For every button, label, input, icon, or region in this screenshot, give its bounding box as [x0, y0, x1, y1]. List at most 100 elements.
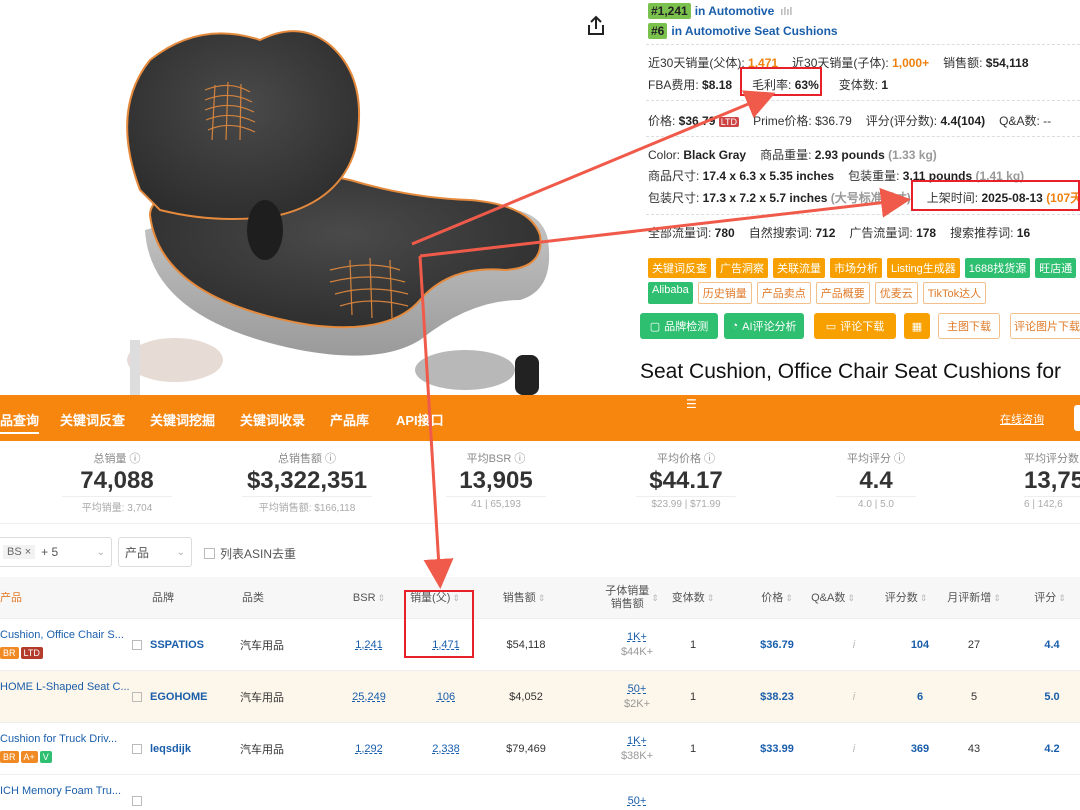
child-sales-cell[interactable]: 50+ $2K+ — [600, 671, 674, 723]
image-download-button[interactable]: 主图下载 — [938, 313, 1000, 339]
qa-cell[interactable] — [836, 775, 872, 810]
tag-wangdian[interactable]: 旺店通 — [1035, 258, 1077, 278]
brand-icon[interactable] — [132, 744, 142, 754]
nav-action-button[interactable] — [1074, 405, 1080, 431]
tag-selling-points[interactable]: 产品卖点 — [756, 282, 811, 304]
th-product[interactable]: 产品 — [0, 577, 40, 619]
online-consult-link[interactable]: 在线咨询 — [1000, 411, 1044, 427]
brand-icon[interactable] — [132, 692, 142, 702]
th-rating[interactable]: 评分 ⇕ — [1030, 577, 1070, 619]
bsr-cell[interactable]: 25,249 — [340, 671, 398, 723]
bsr-link[interactable]: 1,241 — [355, 639, 383, 651]
nav-product-db[interactable]: 产品库 — [330, 410, 369, 429]
th-qa[interactable]: Q&A数 ⇕ — [806, 577, 860, 619]
product-name-link[interactable]: Cushion, Office Chair S... — [0, 629, 124, 641]
rating-cell — [1030, 775, 1074, 810]
th-price[interactable]: 价格 ⇕ — [760, 577, 794, 619]
brand-link[interactable]: leqsdijk — [150, 743, 191, 755]
sales-cell[interactable]: 1,471 — [410, 619, 482, 671]
tag-youmaiyun[interactable]: 优麦云 — [874, 282, 918, 304]
bs-filter-select[interactable]: BS × + 5 ⌄ — [0, 537, 112, 567]
tag-listing-generator[interactable]: Listing生成器 — [887, 258, 960, 278]
tag-keyword-reverse[interactable]: 关键词反查 — [648, 258, 711, 278]
tag-related-traffic[interactable]: 关联流量 — [773, 258, 825, 278]
bsr-link[interactable]: 25,249 — [352, 691, 386, 703]
table-row[interactable]: ICH Memory Foam Tru... 50+ — [0, 775, 1080, 810]
plugin-panel: 品查询 关键词反查 关键词挖掘 关键词收录 产品库 API接口 ☰ 在线咨询 总… — [0, 395, 1080, 810]
child-sales-link[interactable]: 1K+ — [627, 734, 647, 749]
tag-ad-insight[interactable]: 广告洞察 — [716, 258, 768, 278]
product-type-select[interactable]: 产品 ⌄ — [118, 537, 192, 567]
tag-product-overview[interactable]: 产品概要 — [815, 282, 870, 304]
bsr-cell[interactable]: 1,292 — [340, 723, 398, 775]
calculator-icon: ▦ — [911, 320, 923, 333]
th-review-count[interactable]: 评分数 ⇕ — [885, 577, 928, 619]
th-monthly-reviews[interactable]: 月评新增 ⇕ — [944, 577, 1004, 619]
review-image-download-button[interactable]: 评论图片下载 — [1010, 313, 1080, 339]
tag-tiktok[interactable]: TikTok达人 — [922, 282, 987, 304]
nav-keyword-mining[interactable]: 关键词挖掘 — [150, 410, 215, 429]
product-cell[interactable]: Cushion for Truck Driv... BR A+ V — [0, 723, 128, 775]
product-name-link[interactable]: Cushion for Truck Driv... — [0, 733, 117, 745]
brand-link[interactable]: EGOHOME — [150, 691, 207, 703]
product-cell[interactable]: HOME L-Shaped Seat C... — [0, 671, 130, 723]
table-row[interactable]: Cushion, Office Chair S... BR LTD SSPATIOS 汽… — [0, 619, 1080, 671]
sales-link[interactable]: 1,471 — [432, 639, 460, 651]
calculator-button[interactable]: ▦ — [904, 313, 930, 339]
th-revenue[interactable]: 销售额 ⇕ — [500, 577, 548, 619]
ai-review-button[interactable]: ◔ AI评论分析 — [724, 313, 804, 339]
product-cell[interactable]: Cushion, Office Chair S... BR LTD — [0, 619, 128, 671]
th-parent-sales[interactable]: 销量(父) ⇕ — [404, 577, 466, 619]
child-sales-link[interactable]: 50+ — [628, 682, 647, 697]
rank-category-link[interactable]: Automotive — [708, 4, 774, 18]
brand-icon[interactable] — [132, 796, 142, 806]
stat-sub: $23.99 | $71.99 — [636, 496, 736, 510]
drag-handle-icon[interactable]: ☰ — [686, 397, 697, 411]
dedupe-checkbox[interactable]: 列表ASIN去重 — [204, 545, 296, 562]
bsr-cell[interactable] — [340, 775, 398, 810]
rating-cell: 4.4 — [1030, 619, 1074, 671]
nav-keyword-reverse[interactable]: 关键词反查 — [60, 410, 125, 429]
child-sales-cell[interactable]: 50+ — [600, 775, 674, 810]
child-sales-cell[interactable]: 1K+ $38K+ — [600, 723, 674, 775]
tag-1688[interactable]: 1688找货源 — [964, 258, 1031, 278]
tag-alibaba[interactable]: Alibaba — [648, 282, 693, 304]
nav-api[interactable]: API接口 — [396, 410, 444, 429]
qa-cell[interactable]: i — [836, 723, 872, 775]
th-bsr[interactable]: BSR ⇕ — [346, 577, 392, 619]
share-icon[interactable] — [584, 14, 608, 38]
checkbox-box[interactable] — [204, 548, 215, 559]
brand-check-button[interactable]: ▢ 品牌检测 — [640, 313, 718, 339]
mini-chart-icon[interactable]: ılıl — [780, 6, 792, 18]
child-sales-cell[interactable]: 1K+ $44K+ — [600, 619, 674, 671]
table-row[interactable]: Cushion for Truck Driv... BR A+ Vleqsdijk 汽车… — [0, 723, 1080, 775]
bsr-cell[interactable]: 1,241 — [340, 619, 398, 671]
nav-keyword-index[interactable]: 关键词收录 — [240, 410, 305, 429]
rank-category-link[interactable]: Automotive Seat Cushions — [685, 24, 838, 38]
brand-icon[interactable] — [132, 640, 142, 650]
qa-cell[interactable]: i — [836, 671, 872, 723]
sales-link[interactable]: 2,338 — [432, 743, 460, 755]
nav-product-query[interactable]: 品查询 — [0, 410, 40, 434]
tag-market-analysis[interactable]: 市场分析 — [830, 258, 882, 278]
table-row[interactable]: HOME L-Shaped Seat C... EGOHOME 汽车用品 25,249… — [0, 671, 1080, 723]
review-download-button[interactable]: ▭ 评论下载 — [814, 313, 896, 339]
product-cell[interactable]: ICH Memory Foam Tru... — [0, 775, 128, 810]
th-variants[interactable]: 变体数 ⇕ — [668, 577, 718, 619]
stat-label: 平均BSR ⓘ — [466, 453, 526, 465]
sales-cell[interactable]: 2,338 — [410, 723, 482, 775]
product-name-link[interactable]: ICH Memory Foam Tru... — [0, 785, 121, 797]
th-child-sales[interactable]: 子体销量 销售额 ⇕ — [600, 577, 664, 619]
child-sales-link[interactable]: 1K+ — [627, 630, 647, 645]
sales-link[interactable]: 106 — [437, 691, 455, 703]
sales-cell[interactable]: 106 — [410, 671, 482, 723]
product-badge: A+ — [20, 751, 38, 763]
qa-cell[interactable]: i — [836, 619, 872, 671]
sales-cell[interactable] — [410, 775, 482, 810]
table-header: 产品 品牌 品类 BSR ⇕ 销量(父) ⇕ 销售额 ⇕ 子体销量 销售额 ⇕ 变体数 ⇕… — [0, 577, 1080, 619]
product-name-link[interactable]: HOME L-Shaped Seat C... — [0, 681, 130, 693]
tag-history-sales[interactable]: 历史销量 — [697, 282, 752, 304]
child-sales-link[interactable]: 50+ — [628, 794, 647, 809]
brand-link[interactable]: SSPATIOS — [150, 639, 204, 651]
bsr-link[interactable]: 1,292 — [355, 743, 383, 755]
